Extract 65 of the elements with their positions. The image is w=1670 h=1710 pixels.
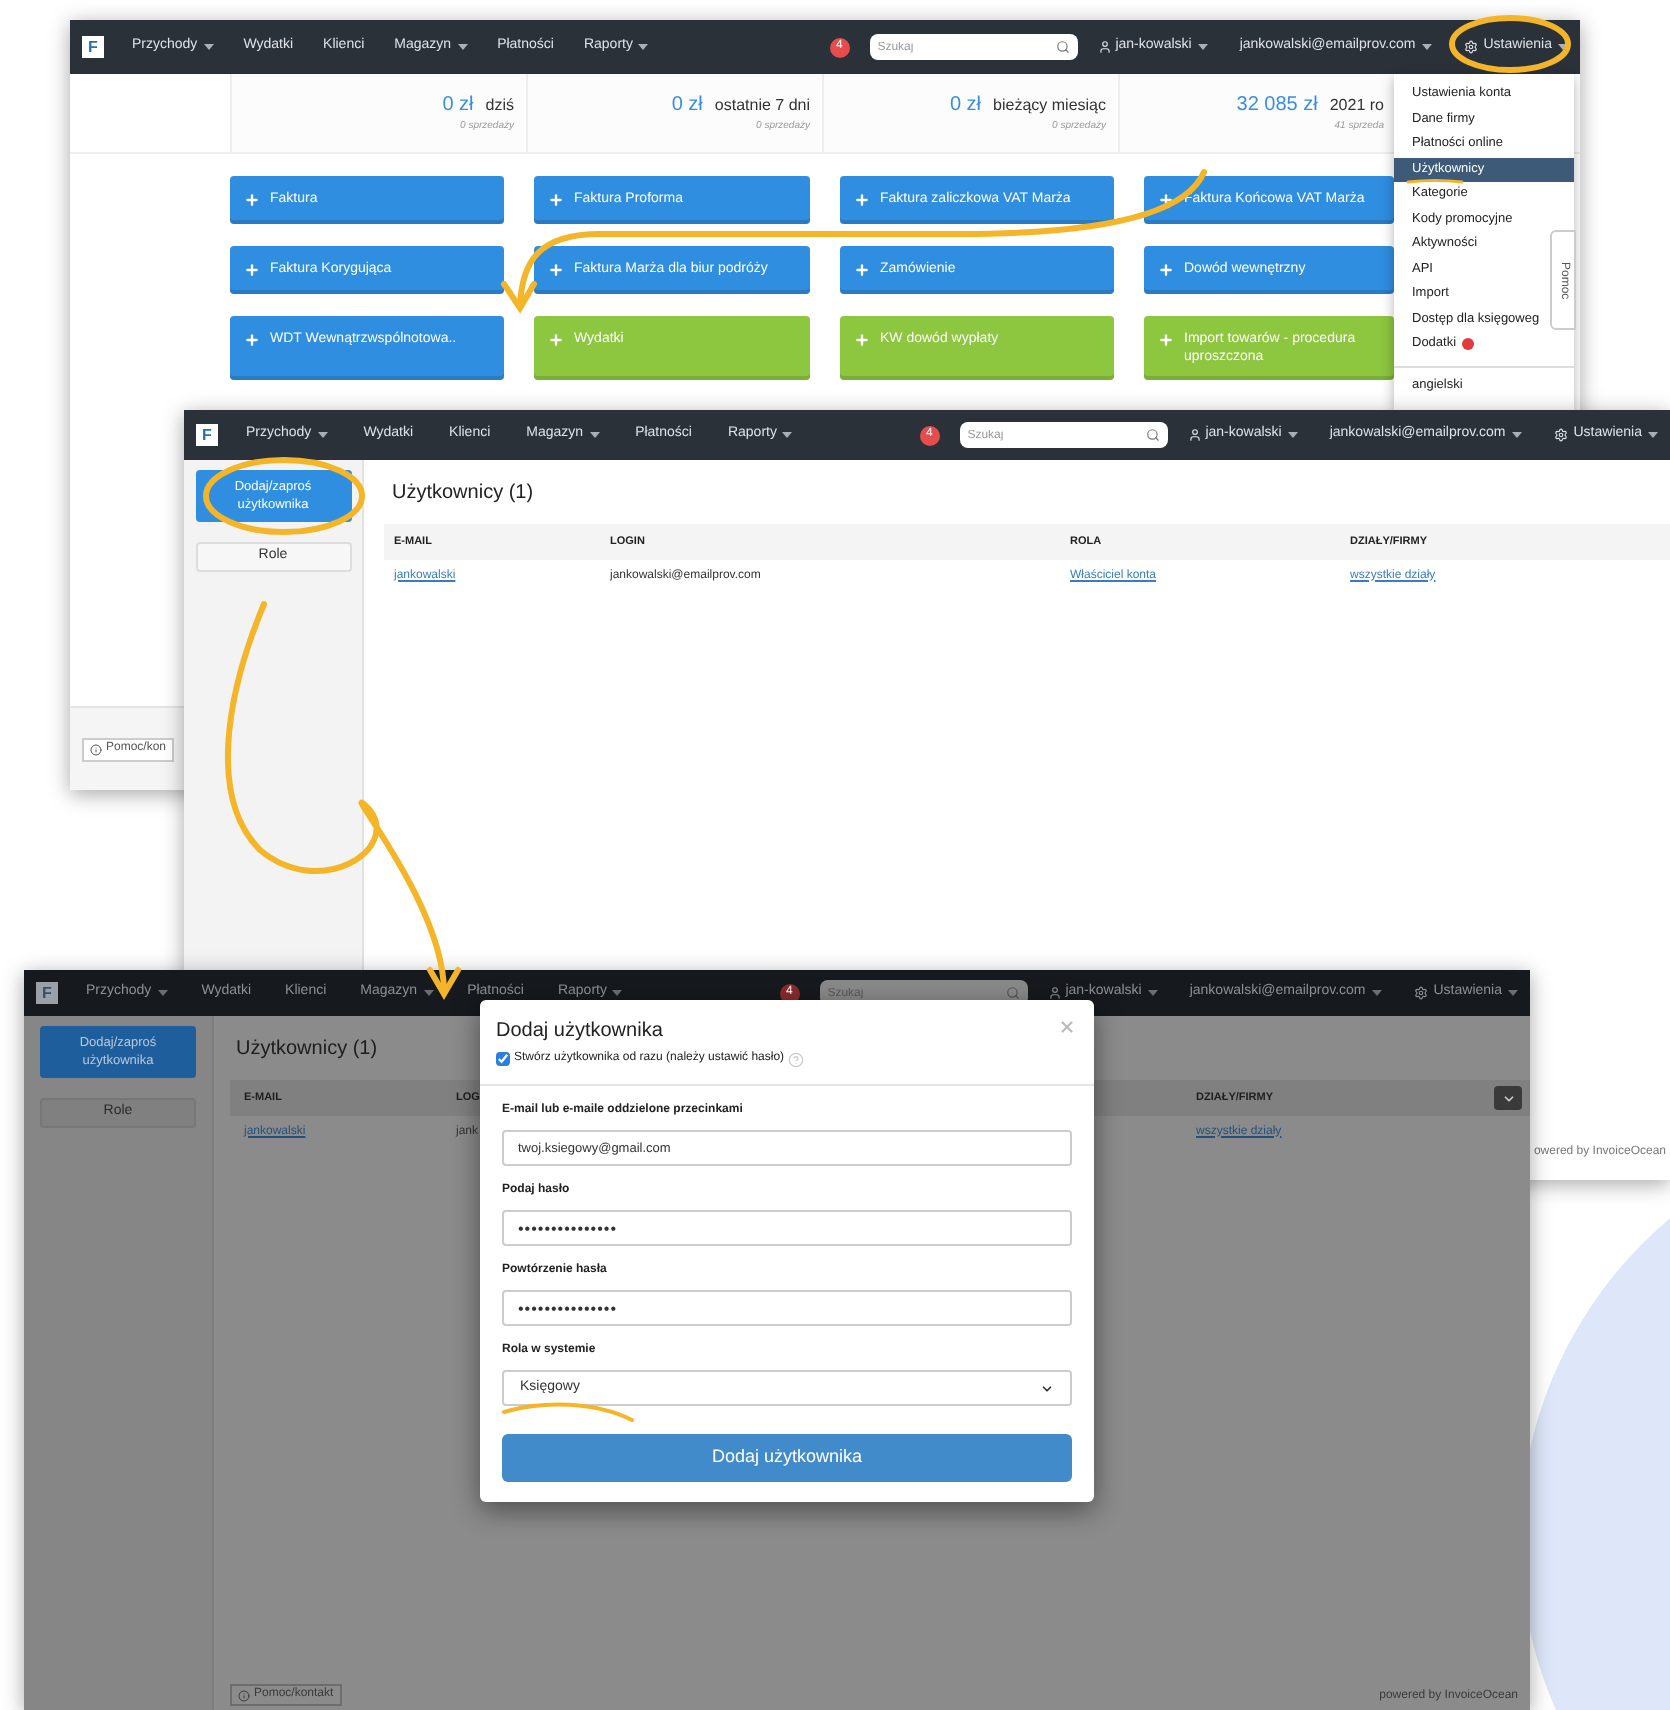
create-now-checkbox[interactable] bbox=[496, 1052, 510, 1066]
plus-icon bbox=[1158, 191, 1174, 207]
caret-icon bbox=[638, 44, 649, 50]
caret-icon bbox=[1511, 432, 1522, 438]
chevron-down-icon bbox=[1040, 1381, 1054, 1395]
alert-icon bbox=[1462, 338, 1475, 351]
user-icon bbox=[1047, 986, 1062, 1000]
caret-icon bbox=[1147, 990, 1158, 996]
password-field[interactable]: ••••••••••••••• bbox=[502, 1210, 1072, 1246]
caret-icon bbox=[1558, 44, 1568, 50]
caret-icon bbox=[317, 432, 328, 438]
stat-period: bieżący miesiąc bbox=[993, 94, 1106, 119]
settings-icon bbox=[1553, 428, 1568, 442]
plus-icon bbox=[548, 331, 564, 347]
highlight-circle bbox=[1449, 15, 1571, 73]
stat-period: ostatnie 7 dni bbox=[714, 94, 810, 119]
plus-icon bbox=[854, 261, 870, 277]
logo[interactable]: F bbox=[196, 424, 218, 446]
plus-icon bbox=[244, 191, 260, 207]
stat-amount: 32 085 zł bbox=[1236, 92, 1318, 121]
caret-icon bbox=[612, 990, 623, 996]
user-icon bbox=[1187, 428, 1202, 442]
highlight-underline bbox=[502, 1402, 634, 1422]
info-icon bbox=[90, 743, 102, 755]
stat-amount: 0 zł bbox=[949, 92, 982, 121]
plus-icon bbox=[1158, 331, 1174, 347]
plus-icon bbox=[244, 331, 260, 347]
plus-icon bbox=[854, 191, 870, 207]
caret-icon bbox=[457, 44, 468, 50]
logo[interactable]: F bbox=[82, 36, 104, 58]
search-icon bbox=[1055, 40, 1070, 54]
user-icon bbox=[1097, 40, 1112, 54]
settings-icon bbox=[1463, 40, 1478, 54]
info-icon bbox=[238, 1689, 250, 1701]
caret-icon bbox=[1508, 990, 1518, 996]
caret-icon bbox=[782, 432, 793, 438]
plus-icon bbox=[244, 261, 260, 277]
search-icon bbox=[1145, 428, 1160, 442]
stat-amount: 0 zł bbox=[671, 92, 703, 121]
plus-icon bbox=[854, 331, 870, 347]
highlight-underline bbox=[1406, 179, 1464, 184]
stat-period: dziś bbox=[485, 94, 514, 119]
page-title: Użytkownicy (1) bbox=[392, 480, 534, 508]
collapse-button[interactable] bbox=[1494, 1086, 1522, 1110]
caret-icon bbox=[157, 990, 168, 996]
caret-icon bbox=[1287, 432, 1298, 438]
stat-period: 2021 ro bbox=[1329, 94, 1384, 119]
page-title: Użytkownicy (1) bbox=[236, 1036, 378, 1064]
search-icon bbox=[1005, 986, 1020, 1000]
stat-amount: 0 zł bbox=[442, 92, 474, 120]
caret-icon bbox=[1197, 44, 1208, 50]
settings-icon bbox=[1413, 986, 1428, 1000]
add-user-submit-button[interactable]: Dodaj użytkownika bbox=[502, 1434, 1072, 1482]
dialog-title: Dodaj użytkownika bbox=[496, 1018, 663, 1046]
chevron-down-icon bbox=[1501, 1091, 1515, 1105]
plus-icon bbox=[548, 191, 564, 207]
caret-icon bbox=[1648, 432, 1658, 438]
caret-icon bbox=[1421, 44, 1432, 50]
plus-icon bbox=[548, 261, 564, 277]
password-field[interactable]: ••••••••••••••• bbox=[502, 1290, 1072, 1326]
caret-icon bbox=[423, 990, 434, 996]
caret-icon bbox=[203, 44, 214, 50]
plus-icon bbox=[1158, 261, 1174, 277]
caret-icon bbox=[589, 432, 600, 438]
caret-icon bbox=[1371, 990, 1382, 996]
